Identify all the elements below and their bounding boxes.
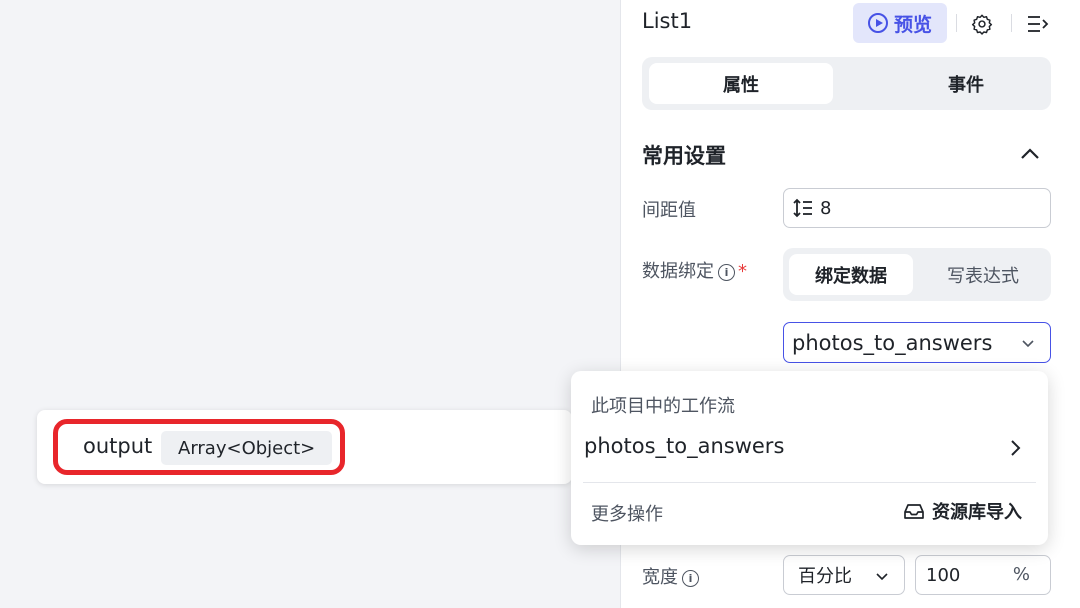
play-icon xyxy=(867,13,888,33)
write-expression-option[interactable]: 写表达式 xyxy=(921,254,1045,295)
dropdown-caption: 此项目中的工作流 xyxy=(591,396,735,417)
width-unit-type: 百分比 xyxy=(798,566,852,587)
required-mark: * xyxy=(738,261,747,282)
output-variable-name: output xyxy=(83,434,153,458)
info-icon[interactable]: i xyxy=(682,569,699,587)
panel-header: List1 预览 xyxy=(621,0,1080,48)
canvas-area[interactable] xyxy=(0,0,610,608)
chevron-up-icon[interactable] xyxy=(1019,143,1041,165)
import-label: 资源库导入 xyxy=(932,502,1022,523)
inbox-icon xyxy=(904,504,924,519)
workflow-option-label: photos_to_answers xyxy=(584,434,785,458)
preview-label: 预览 xyxy=(893,13,932,36)
width-value-input[interactable]: 100 % xyxy=(915,555,1051,595)
width-label-group: 宽度 i xyxy=(642,563,699,589)
collapse-panel-icon[interactable] xyxy=(1026,13,1050,35)
data-binding-label-group: 数据绑定 i * xyxy=(642,257,747,283)
dropdown-divider xyxy=(583,482,1036,483)
gear-icon[interactable] xyxy=(971,13,993,35)
component-title: List1 xyxy=(642,9,693,33)
header-divider xyxy=(1011,14,1012,32)
chevron-right-icon xyxy=(1011,440,1021,456)
width-unit-select[interactable]: 百分比 xyxy=(783,555,905,595)
chevron-down-icon xyxy=(876,573,888,581)
more-actions-label: 更多操作 xyxy=(591,504,663,525)
panel-tabs: 属性 事件 xyxy=(642,57,1051,110)
tab-properties[interactable]: 属性 xyxy=(649,63,833,104)
info-icon[interactable]: i xyxy=(718,263,735,281)
section-title: 常用设置 xyxy=(642,144,726,168)
bind-data-option[interactable]: 绑定数据 xyxy=(789,254,913,295)
width-unit-symbol: % xyxy=(1012,564,1030,585)
line-spacing-icon xyxy=(793,198,812,218)
workflow-dropdown-menu: 此项目中的工作流 photos_to_answers 更多操作 资源库导入 xyxy=(571,371,1048,545)
workflow-option[interactable]: photos_to_answers xyxy=(583,427,1036,469)
binding-mode-segment: 绑定数据 写表达式 xyxy=(783,248,1051,301)
workflow-select-value: photos_to_answers xyxy=(792,330,993,355)
workflow-select[interactable]: photos_to_answers xyxy=(783,322,1051,363)
import-from-library-button[interactable]: 资源库导入 xyxy=(903,498,1022,524)
width-value: 100 xyxy=(926,564,961,586)
spacing-value: 8 xyxy=(820,197,832,219)
tab-events[interactable]: 事件 xyxy=(874,63,1058,104)
preview-button[interactable]: 预览 xyxy=(853,3,947,43)
output-variable-card[interactable]: output Array<Object> xyxy=(37,410,572,484)
spacing-input[interactable]: 8 xyxy=(783,188,1051,228)
header-divider xyxy=(956,14,957,32)
width-label: 宽度 xyxy=(642,567,678,588)
spacing-label: 间距值 xyxy=(642,200,696,221)
data-binding-label: 数据绑定 xyxy=(642,261,714,282)
output-variable-type: Array<Object> xyxy=(161,431,333,465)
chevron-down-icon xyxy=(1022,340,1034,348)
